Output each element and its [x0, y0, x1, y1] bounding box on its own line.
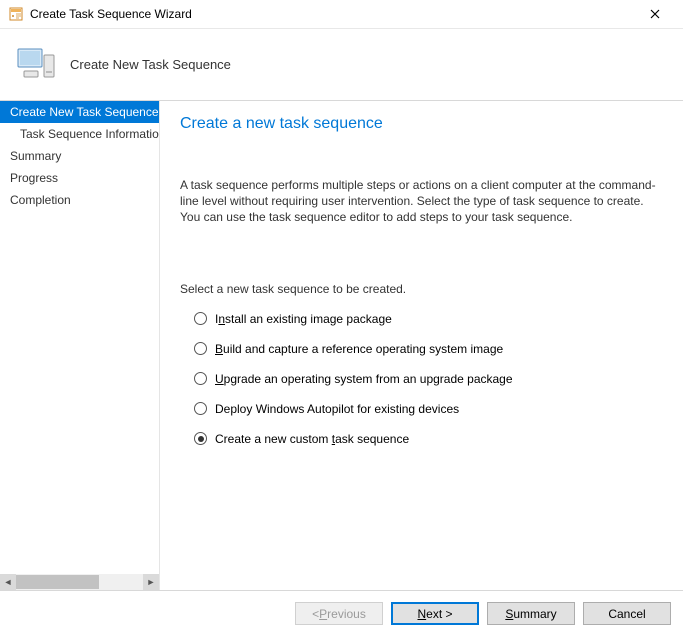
radio-label-4: Create a new custom task sequence [215, 432, 409, 446]
radio-input-2[interactable] [194, 372, 207, 385]
radio-option-2[interactable]: Upgrade an operating system from an upgr… [180, 372, 663, 402]
wizard-body: Create New Task SequenceTask Sequence In… [0, 100, 683, 590]
radio-label-0: Install an existing image package [215, 312, 392, 326]
radio-input-1[interactable] [194, 342, 207, 355]
cancel-button[interactable]: Cancel [583, 602, 671, 625]
radio-label-3: Deploy Windows Autopilot for existing de… [215, 402, 459, 416]
radio-label-1: Build and capture a reference operating … [215, 342, 503, 356]
titlebar: Create Task Sequence Wizard [0, 0, 683, 28]
page-title: Create a new task sequence [180, 115, 663, 133]
radio-label-2: Upgrade an operating system from an upgr… [215, 372, 513, 386]
main-panel: Create a new task sequence A task sequen… [160, 101, 683, 590]
radio-input-0[interactable] [194, 312, 207, 325]
titlebar-title: Create Task Sequence Wizard [30, 7, 635, 21]
next-button[interactable]: Next > [391, 602, 479, 625]
header-title: Create New Task Sequence [70, 57, 231, 72]
scroll-track[interactable] [16, 574, 143, 590]
previous-button: < Previous [295, 602, 383, 625]
radio-option-0[interactable]: Install an existing image package [180, 312, 663, 342]
sidebar-item-2[interactable]: Summary [0, 145, 159, 167]
radio-input-3[interactable] [194, 402, 207, 415]
close-button[interactable] [635, 2, 675, 26]
radio-option-3[interactable]: Deploy Windows Autopilot for existing de… [180, 402, 663, 432]
scroll-thumb[interactable] [16, 575, 99, 589]
radio-option-1[interactable]: Build and capture a reference operating … [180, 342, 663, 372]
wizard-icon [8, 6, 24, 22]
sidebar-item-3[interactable]: Progress [0, 167, 159, 189]
radio-input-4[interactable] [194, 432, 207, 445]
sidebar-item-0[interactable]: Create New Task Sequence [0, 101, 159, 123]
sidebar-item-4[interactable]: Completion [0, 189, 159, 211]
radio-option-4[interactable]: Create a new custom task sequence [180, 432, 663, 462]
sidebar-item-1[interactable]: Task Sequence Information [0, 123, 159, 145]
description-text: A task sequence performs multiple steps … [180, 177, 663, 226]
computer-icon [12, 41, 60, 89]
sidebar-scrollbar[interactable]: ◄ ► [0, 574, 159, 590]
footer: < Previous Next > Summary Cancel [0, 590, 683, 636]
prompt-text: Select a new task sequence to be created… [180, 282, 663, 296]
scroll-left-icon[interactable]: ◄ [0, 574, 16, 590]
summary-button[interactable]: Summary [487, 602, 575, 625]
header: Create New Task Sequence [0, 28, 683, 100]
sidebar: Create New Task SequenceTask Sequence In… [0, 101, 160, 590]
scroll-right-icon[interactable]: ► [143, 574, 159, 590]
close-icon [650, 9, 660, 19]
